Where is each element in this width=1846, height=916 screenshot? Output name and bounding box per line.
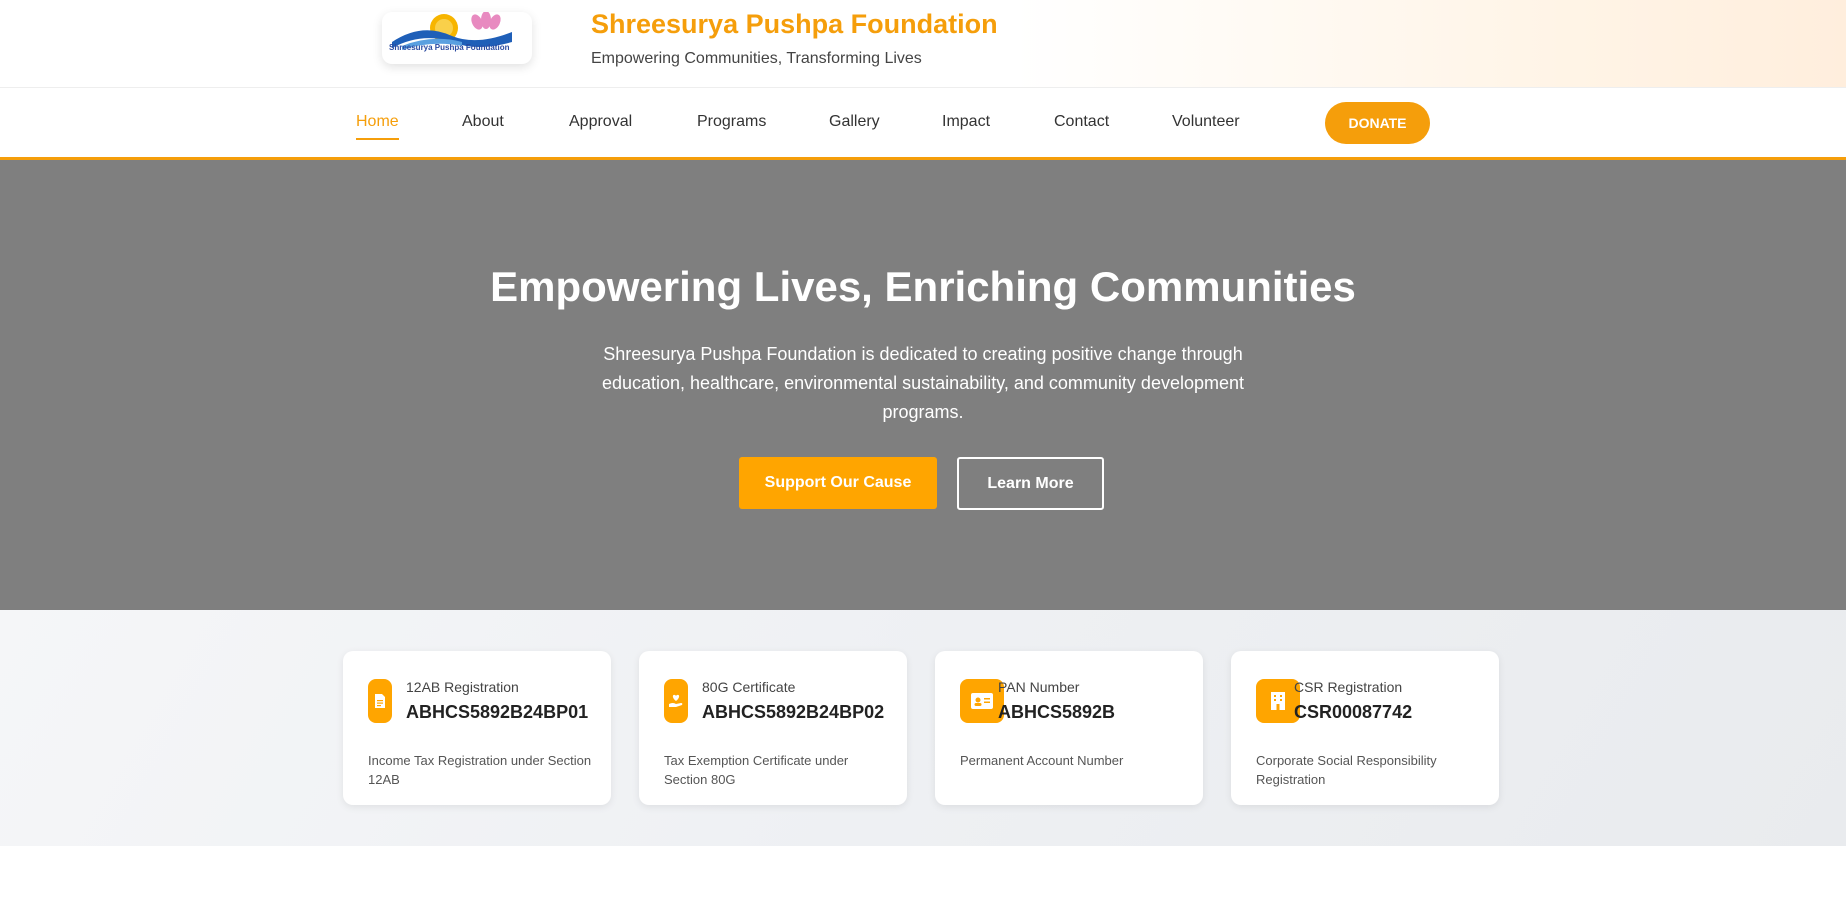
nav-programs[interactable]: Programs: [697, 113, 766, 131]
nav-contact[interactable]: Contact: [1054, 113, 1109, 131]
logo-text: Shreesurya Pushpa Foundation: [389, 43, 510, 52]
card-value: ABHCS5892B: [998, 702, 1116, 722]
logo[interactable]: Shreesurya Pushpa Foundation: [382, 12, 532, 64]
support-cause-button[interactable]: Support Our Cause: [739, 457, 937, 509]
card-description: Corporate Social Responsibility Registra…: [1256, 753, 1437, 787]
card-label: 12AB Registration: [406, 679, 519, 695]
main-nav: Home About Approval Programs Gallery Imp…: [0, 88, 1846, 160]
nav-gallery[interactable]: Gallery: [829, 113, 880, 131]
site-tagline: Empowering Communities, Transforming Liv…: [591, 50, 922, 67]
hero-section: Empowering Lives, Enriching Communities …: [0, 160, 1846, 610]
card-label: CSR Registration: [1294, 679, 1403, 695]
card-description: Permanent Account Number: [960, 753, 1124, 768]
card-description: Income Tax Registration under Section 12…: [368, 753, 592, 787]
hand-heart-icon: [664, 679, 688, 723]
card-value: ABHCS5892B24BP02: [702, 702, 885, 722]
document-icon: [368, 679, 392, 723]
card-label: 80G Certificate: [702, 679, 796, 695]
card-label: PAN Number: [998, 679, 1080, 695]
hero-title: Empowering Lives, Enriching Communities: [490, 263, 1356, 310]
hero-description: Shreesurya Pushpa Foundation is dedicate…: [601, 344, 1245, 422]
registration-card-csr: CSR Registration CSR00087742 Corporate S…: [1231, 651, 1499, 805]
nav-home[interactable]: Home: [356, 113, 399, 140]
card-value: CSR00087742: [1294, 702, 1413, 722]
site-header: Shreesurya Pushpa Foundation Shreesurya …: [0, 0, 1846, 88]
card-value: ABHCS5892B24BP01: [406, 702, 589, 722]
logo-graphic: [392, 12, 512, 50]
nav-approval[interactable]: Approval: [569, 113, 632, 131]
registration-card-12ab: 12AB Registration ABHCS5892B24BP01 Incom…: [343, 651, 611, 805]
registration-card-80g: 80G Certificate ABHCS5892B24BP02 Tax Exe…: [639, 651, 907, 805]
nav-about[interactable]: About: [462, 113, 504, 131]
nav-volunteer[interactable]: Volunteer: [1172, 113, 1240, 131]
card-description: Tax Exemption Certificate under Section …: [664, 753, 849, 787]
registration-card-pan: PAN Number ABHCS5892B Permanent Account …: [935, 651, 1203, 805]
learn-more-button[interactable]: Learn More: [957, 457, 1104, 510]
donate-button[interactable]: DONATE: [1325, 102, 1430, 144]
site-title: Shreesurya Pushpa Foundation: [591, 9, 998, 39]
nav-impact[interactable]: Impact: [942, 113, 990, 131]
registration-section: 12AB Registration ABHCS5892B24BP01 Incom…: [0, 610, 1846, 846]
